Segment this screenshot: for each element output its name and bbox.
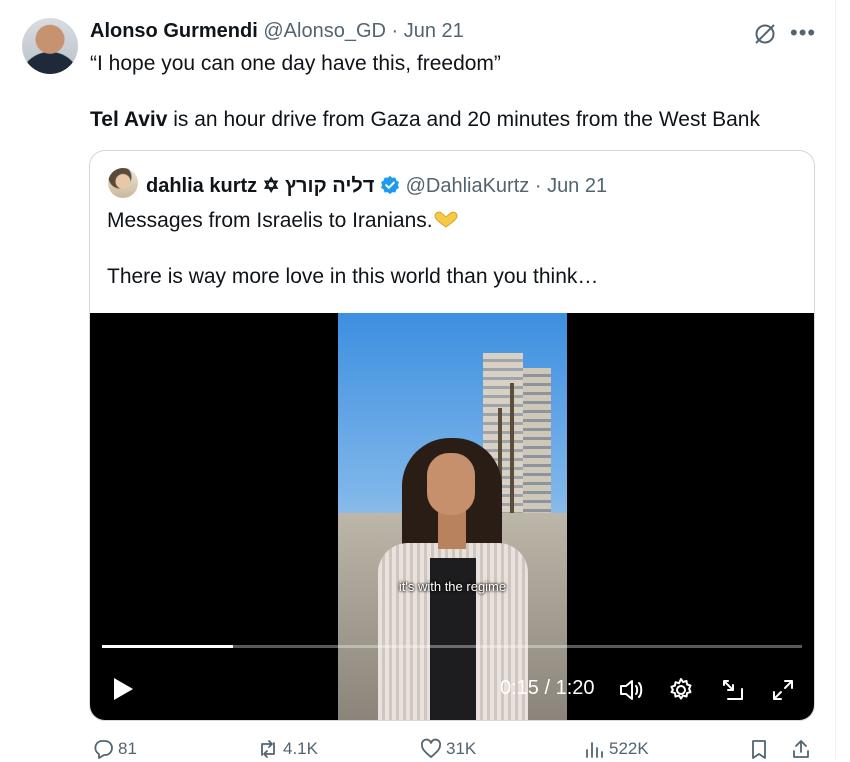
views-icon xyxy=(586,742,603,758)
bookmark-icon xyxy=(752,740,766,759)
more-icon[interactable]: ••• xyxy=(790,20,816,46)
settings-icon[interactable] xyxy=(668,677,694,703)
action-bar: 81 4.1K 31K 522K xyxy=(0,738,850,762)
timeline-divider xyxy=(835,0,836,759)
quoted-text-line1: Messages from Israelis to Iranians. xyxy=(107,209,459,233)
separator: · xyxy=(391,20,399,42)
like-icon xyxy=(420,738,442,758)
author-name[interactable]: Alonso Gurmendi xyxy=(90,20,258,42)
separator: · xyxy=(534,175,542,197)
tweet-date[interactable]: Jun 21 xyxy=(404,20,464,42)
palm-tree xyxy=(510,383,514,523)
like-button[interactable]: 31K xyxy=(420,738,476,760)
quoted-author-name[interactable]: dahlia kurtz ✡ דליה קורץ xyxy=(146,175,374,197)
quoted-text-line2: There is way more love in this world tha… xyxy=(107,265,599,288)
video-player[interactable]: it's with the regime 0:15 / 1:20 xyxy=(90,313,814,720)
quoted-author-avatar[interactable] xyxy=(108,168,138,198)
repost-button[interactable]: 4.1K xyxy=(257,738,318,760)
author-handle[interactable]: @Alonso_GD xyxy=(263,20,386,42)
tweet-text-line2: Tel Aviv is an hour drive from Gaza and … xyxy=(90,108,760,132)
grok-icon[interactable] xyxy=(752,21,778,47)
video-frame: it's with the regime xyxy=(338,313,567,720)
tweet-text-line1: “I hope you can one day have this, freed… xyxy=(90,52,501,75)
quoted-text: Messages from Israelis to Iranians. xyxy=(107,209,433,232)
tweet-text-bold: Tel Aviv xyxy=(90,108,168,131)
progress-bar[interactable] xyxy=(102,645,802,648)
tweet-text-rest: is an hour drive from Gaza and 20 minute… xyxy=(167,108,760,131)
author-avatar[interactable] xyxy=(22,18,78,74)
play-icon[interactable] xyxy=(112,677,134,701)
quoted-header: dahlia kurtz ✡ דליה קורץ @DahliaKurtz · … xyxy=(146,173,607,198)
picture-in-picture-icon[interactable] xyxy=(720,677,746,703)
video-caption: it's with the regime xyxy=(398,579,507,594)
person-face xyxy=(427,453,475,515)
quoted-handle[interactable]: @DahliaKurtz xyxy=(406,175,530,197)
bookmark-button[interactable] xyxy=(748,738,770,760)
verified-badge-icon xyxy=(381,175,400,195)
person-neck xyxy=(438,509,466,549)
quoted-date[interactable]: Jun 21 xyxy=(547,175,607,197)
heart-hands-icon xyxy=(434,211,458,228)
fullscreen-icon[interactable] xyxy=(770,677,796,703)
share-button[interactable] xyxy=(790,738,812,760)
building xyxy=(523,368,551,518)
reply-button[interactable]: 81 xyxy=(92,738,137,760)
like-count: 31K xyxy=(446,739,477,758)
repost-icon xyxy=(261,740,275,758)
volume-icon[interactable] xyxy=(618,677,644,703)
progress-fill xyxy=(102,645,234,648)
reply-count: 81 xyxy=(118,739,137,758)
reply-icon xyxy=(94,740,113,759)
views-button[interactable]: 522K xyxy=(583,738,649,760)
tweet-header: Alonso Gurmendi @Alonso_GD · Jun 21 xyxy=(90,20,464,43)
share-icon xyxy=(793,740,809,758)
repost-count: 4.1K xyxy=(283,739,318,758)
views-count: 522K xyxy=(609,739,649,758)
video-time: 0:15 / 1:20 xyxy=(500,677,595,699)
quoted-tweet[interactable]: dahlia kurtz ✡ דליה קורץ @DahliaKurtz · … xyxy=(89,150,815,721)
